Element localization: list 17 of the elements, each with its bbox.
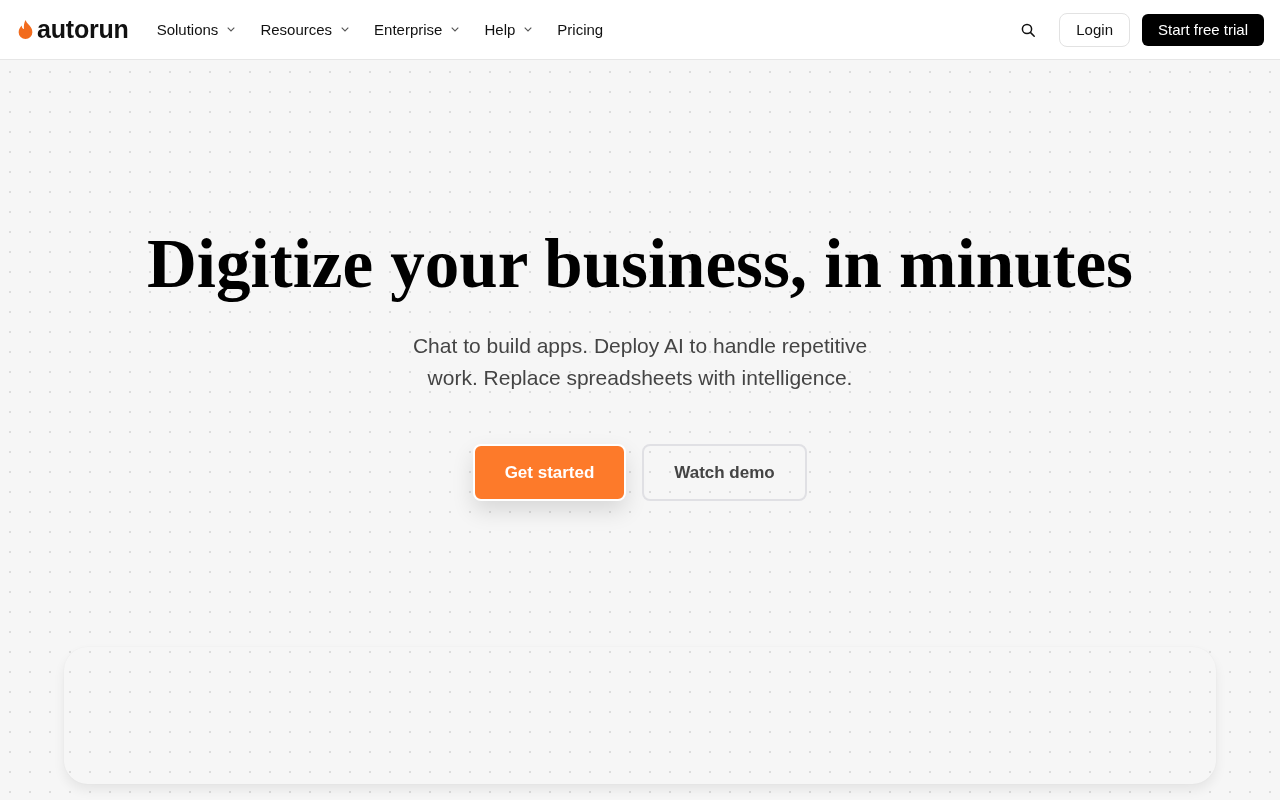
nav-link[interactable]: Solutions: [156, 21, 236, 38]
nav-link[interactable]: Pricing: [557, 21, 604, 38]
nav-link[interactable]: Help: [484, 21, 533, 38]
logo[interactable]: autorun: [18, 17, 129, 42]
nav-link[interactable]: Resources: [260, 21, 350, 38]
chevron-down-icon: [451, 27, 460, 32]
nav-link[interactable]: Enterprise: [374, 21, 460, 38]
chevron-down-icon: [524, 27, 533, 32]
search-icon: [1021, 22, 1036, 37]
hero-title: Digitize your business, in minutes: [147, 228, 1133, 300]
watch-demo-button[interactable]: Watch demo: [642, 444, 807, 501]
flame-icon: [18, 20, 33, 39]
hero-subtitle: Chat to build apps. Deploy AI to handle repetitive work. Replace spreadsheets with intelligence.: [411, 333, 869, 391]
chevron-down-icon: [341, 27, 350, 32]
login-button[interactable]: Login: [1059, 12, 1130, 47]
chevron-down-icon: [227, 27, 236, 32]
trial-button[interactable]: Start free trial: [1141, 13, 1264, 46]
